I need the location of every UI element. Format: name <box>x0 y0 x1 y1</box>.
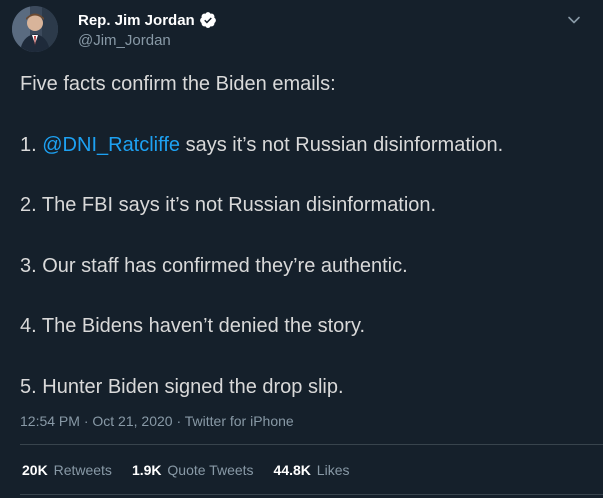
verified-badge-icon <box>199 11 217 29</box>
tweet-date[interactable]: Oct 21, 2020 <box>92 413 172 429</box>
point-text: says it’s not Russian disinformation. <box>180 133 504 156</box>
tweet-point-4: 4. The Bidens haven’t denied the story. <box>20 314 590 338</box>
likes-count: 44.8K <box>273 462 311 478</box>
likes-label: Likes <box>316 462 350 478</box>
tweet-point-3: 3. Our staff has confirmed they’re authe… <box>20 254 590 278</box>
point-number: 5. <box>20 375 43 398</box>
tweet-header: Rep. Jim Jordan @Jim_Jordan <box>12 6 592 52</box>
tweet-source[interactable]: Twitter for iPhone <box>185 413 294 429</box>
divider <box>20 444 603 445</box>
point-number: 4. <box>20 315 42 337</box>
point-text: Our staff has confirmed they’re authenti… <box>42 254 408 277</box>
author-names: Rep. Jim Jordan @Jim_Jordan <box>78 10 217 49</box>
point-text: Hunter Biden signed the drop slip. <box>42 375 344 398</box>
tweet-stats: 20K Retweets 1.9K Quote Tweets 44.8K Lik… <box>22 462 369 478</box>
meta-separator: · <box>79 413 93 429</box>
tweet-time[interactable]: 12:54 PM <box>20 413 80 429</box>
tweet-metadata: 12:54 PM · Oct 21, 2020 · Twitter for iP… <box>20 413 294 429</box>
tweet-point-5: 5. Hunter Biden signed the drop slip. <box>20 375 590 399</box>
tweet-card: Rep. Jim Jordan @Jim_Jordan Five facts c… <box>0 0 603 498</box>
retweets-stat[interactable]: 20K Retweets <box>22 462 112 478</box>
point-number: 2. <box>20 194 42 216</box>
retweets-label: Retweets <box>53 462 112 478</box>
author-handle[interactable]: @Jim_Jordan <box>78 32 217 49</box>
quote-tweets-label: Quote Tweets <box>167 462 254 478</box>
tweet-point-2: 2. The FBI says it’s not Russian disinfo… <box>20 193 590 217</box>
meta-separator: · <box>172 413 185 429</box>
tweet-point-1: 1. @DNI_Ratcliffe says it’s not Russian … <box>20 133 590 157</box>
point-text: The Bidens haven’t denied the story. <box>41 315 366 337</box>
likes-stat[interactable]: 44.8K Likes <box>274 462 350 478</box>
chevron-down-icon[interactable] <box>566 12 582 28</box>
quote-tweets-stat[interactable]: 1.9K Quote Tweets <box>132 462 254 478</box>
mention-link[interactable]: @DNI_Ratcliffe <box>42 134 180 156</box>
retweets-count: 20K <box>22 462 48 478</box>
divider <box>20 494 603 495</box>
avatar[interactable] <box>12 6 58 52</box>
point-number: 3. <box>20 254 43 277</box>
quote-tweets-count: 1.9K <box>131 462 162 478</box>
point-text: The FBI says it’s not Russian disinforma… <box>41 194 437 216</box>
tweet-intro: Five facts confirm the Biden emails: <box>20 73 336 95</box>
tweet-text: Five facts confirm the Biden emails: 1. … <box>20 72 590 399</box>
author-display-name[interactable]: Rep. Jim Jordan <box>78 12 195 29</box>
point-number: 1. <box>20 133 43 156</box>
